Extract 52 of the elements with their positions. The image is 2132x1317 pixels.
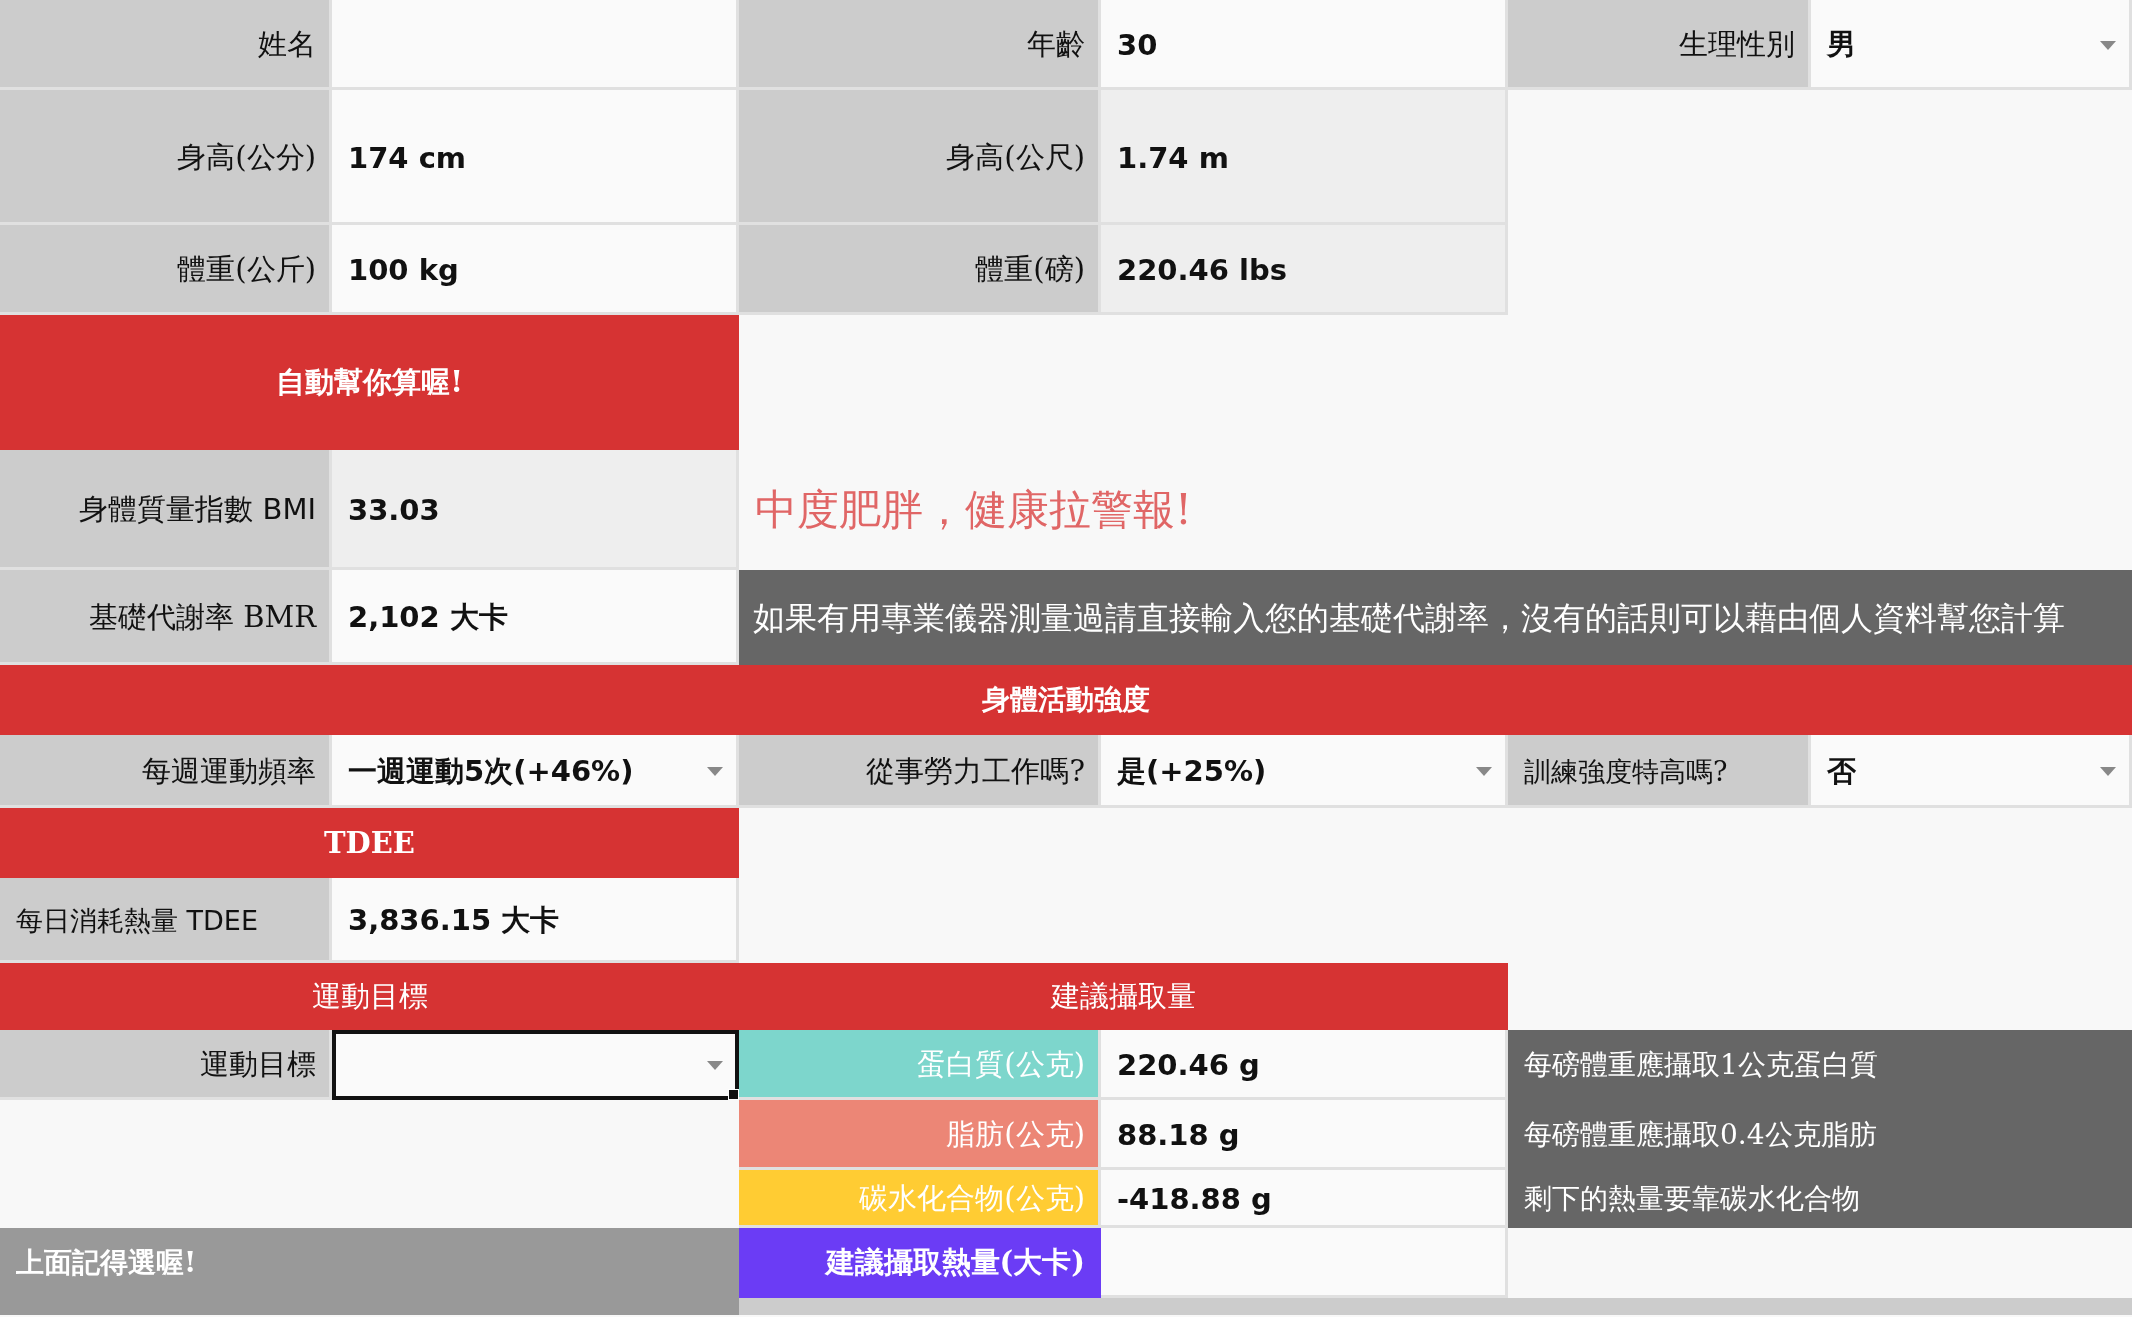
- reminder-banner: 上面記得選喔!: [0, 1228, 739, 1298]
- field-value: 220.46 lbs: [1101, 225, 1508, 315]
- fill-handle[interactable]: [728, 1089, 739, 1100]
- section-header: 運動目標: [0, 963, 739, 1030]
- field-label: 身高(公尺): [739, 90, 1101, 225]
- dropdown[interactable]: 是(+25%): [1101, 735, 1508, 808]
- field-value: 88.18 g: [1101, 1100, 1508, 1170]
- dropdown[interactable]: 男: [1811, 0, 2132, 90]
- field-label: 每週運動頻率: [0, 735, 332, 808]
- dropdown[interactable]: 否: [1811, 735, 2132, 808]
- nutrient-note: 每磅體重應攝取0.4公克脂肪: [1508, 1100, 2132, 1170]
- nutrient-label: 脂肪(公克): [739, 1100, 1101, 1170]
- field-label: 訓練強度特高嗎?: [1508, 735, 1811, 808]
- caret-icon: [2100, 767, 2116, 776]
- dropdown[interactable]: [332, 1030, 739, 1100]
- section-header: 建議攝取量: [739, 963, 1508, 1030]
- field-value: 174 cm: [332, 90, 739, 225]
- section-header: 自動幫你算喔!: [0, 315, 739, 450]
- field-label: 生理性別: [1508, 0, 1811, 90]
- field-label: 從事勞力工作嗎?: [739, 735, 1101, 808]
- nutrient-label: 碳水化合物(公克): [739, 1170, 1101, 1228]
- caret-icon: [707, 1060, 723, 1070]
- field-value: -418.88 g: [1101, 1170, 1508, 1228]
- field-label: 體重(公斤): [0, 225, 332, 315]
- field-label: 年齡: [739, 0, 1101, 90]
- bmr-note: 如果有用專業儀器測量過請直接輸入您的基礎代謝率，沒有的話則可以藉由個人資料幫您計算: [739, 570, 2132, 665]
- field-label: 運動目標: [0, 1030, 332, 1100]
- field-value: 100 kg: [332, 225, 739, 315]
- field-label: 姓名: [0, 0, 332, 90]
- dropdown[interactable]: 一週運動5次(+46%): [332, 735, 739, 808]
- nutrient-note: 每磅體重應攝取1公克蛋白質: [1508, 1030, 2132, 1100]
- field-value: 33.03: [332, 450, 739, 570]
- caret-icon: [1476, 767, 1492, 776]
- field-value: 3,836.15 大卡: [332, 878, 739, 963]
- field-label: 身體質量指數 BMI: [0, 450, 332, 570]
- input-field[interactable]: [332, 0, 739, 90]
- nutrient-label: 蛋白質(公克): [739, 1030, 1101, 1100]
- field-value: 220.46 g: [1101, 1030, 1508, 1100]
- caret-icon: [707, 767, 723, 776]
- section-header: TDEE: [0, 808, 739, 878]
- field-value: 1.74 m: [1101, 90, 1508, 225]
- field-label: 身高(公分): [0, 90, 332, 225]
- caret-icon: [2100, 40, 2116, 50]
- field-label: 每日消耗熱量 TDEE: [0, 878, 332, 963]
- bmi-verdict: 中度肥胖，健康拉警報!: [754, 484, 1193, 536]
- field-value: 2,102 大卡: [332, 570, 739, 665]
- field-label: 體重(磅): [739, 225, 1101, 315]
- field-value: 30: [1101, 0, 1508, 90]
- total-calories-label: 建議攝取熱量(大卡): [739, 1228, 1101, 1298]
- nutrient-note: 剩下的熱量要靠碳水化合物: [1508, 1170, 2132, 1228]
- section-header: 身體活動強度: [0, 665, 2132, 735]
- field-label: 基礎代謝率 BMR: [0, 570, 332, 665]
